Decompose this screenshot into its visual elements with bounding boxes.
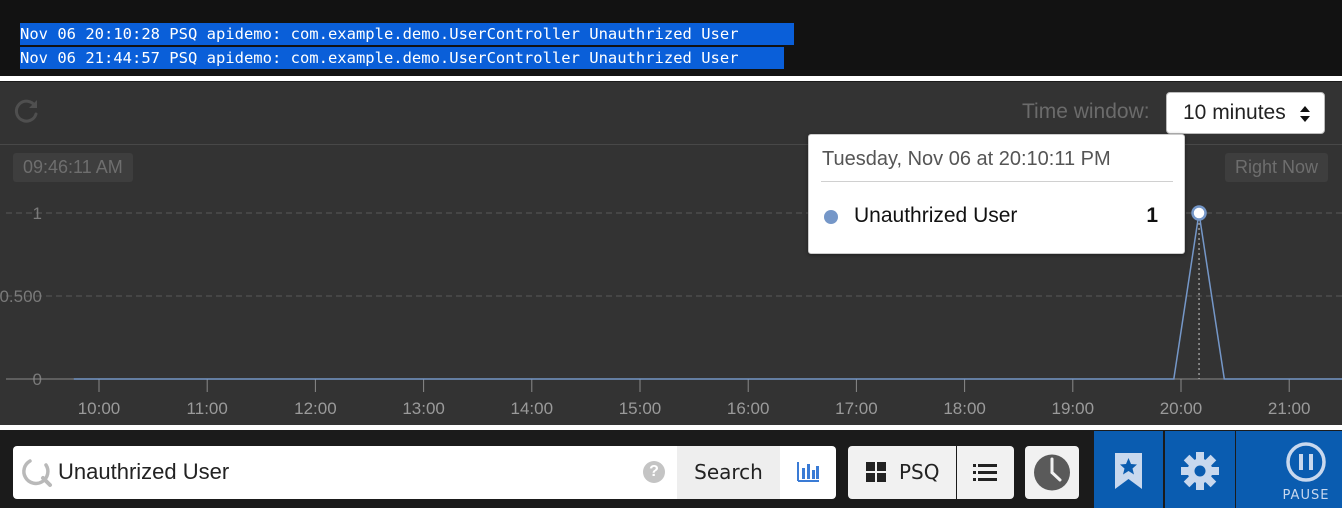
tooltip-value: 1 (1146, 204, 1158, 227)
x-tick-label: 20:00 (1160, 399, 1203, 418)
x-tick-label: 15:00 (619, 399, 662, 418)
list-view-button[interactable] (957, 446, 1014, 499)
chart-view-button[interactable] (780, 446, 836, 499)
log-output: Nov 06 20:10:28 PSQ apidemo: com.example… (0, 0, 1342, 76)
divider (0, 425, 1342, 430)
clock-icon (1034, 454, 1070, 491)
x-tick-label: 17:00 (835, 399, 878, 418)
search-box: ? (13, 446, 677, 499)
search-spinner-icon (22, 459, 52, 487)
x-tick-label: 11:00 (187, 399, 228, 418)
log-line[interactable]: Nov 06 20:10:28 PSQ apidemo: com.example… (20, 23, 794, 45)
source-button[interactable]: PSQ (848, 446, 956, 499)
chart-tooltip: Tuesday, Nov 06 at 20:10:11 PM Unauthriz… (808, 134, 1185, 254)
x-tick-label: 19:00 (1052, 399, 1095, 418)
search-input[interactable] (58, 454, 618, 490)
pause-label: PAUSE (1282, 488, 1330, 503)
grid-icon (866, 462, 886, 482)
x-tick-label: 18:00 (943, 399, 986, 418)
x-tick-label: 21:00 (1268, 399, 1311, 418)
bottom-toolbar: ? Search PSQ (0, 431, 1342, 508)
bookmark-button[interactable] (1094, 431, 1163, 508)
history-button[interactable] (1025, 446, 1079, 499)
x-tick-label: 13:00 (402, 399, 445, 418)
data-point[interactable] (1191, 205, 1207, 221)
tooltip-series-name: Unauthrized User (854, 204, 1018, 227)
x-tick-label: 14:00 (511, 399, 554, 418)
x-tick-label: 16:00 (727, 399, 770, 418)
log-line[interactable]: Nov 06 21:44:57 PSQ apidemo: com.example… (20, 47, 784, 69)
y-tick-label: 1 (33, 204, 42, 223)
bar-chart-icon (797, 462, 819, 482)
gear-icon (1181, 452, 1219, 490)
divider (0, 76, 1342, 81)
x-tick-label: 12:00 (294, 399, 337, 418)
x-tick-label: 10:00 (78, 399, 121, 418)
pause-button[interactable]: PAUSE (1236, 431, 1342, 508)
y-tick-label: 0.500 (0, 287, 42, 306)
list-icon (973, 464, 997, 481)
settings-button[interactable] (1165, 431, 1235, 508)
help-icon[interactable]: ? (643, 461, 665, 483)
bookmark-star-icon (1115, 453, 1142, 489)
divider (821, 181, 1173, 182)
pause-icon (1286, 442, 1326, 482)
source-label: PSQ (899, 460, 940, 484)
tooltip-date: Tuesday, Nov 06 at 20:10:11 PM (822, 148, 1111, 170)
series-color-dot (824, 210, 838, 224)
search-button[interactable]: Search (677, 446, 780, 499)
